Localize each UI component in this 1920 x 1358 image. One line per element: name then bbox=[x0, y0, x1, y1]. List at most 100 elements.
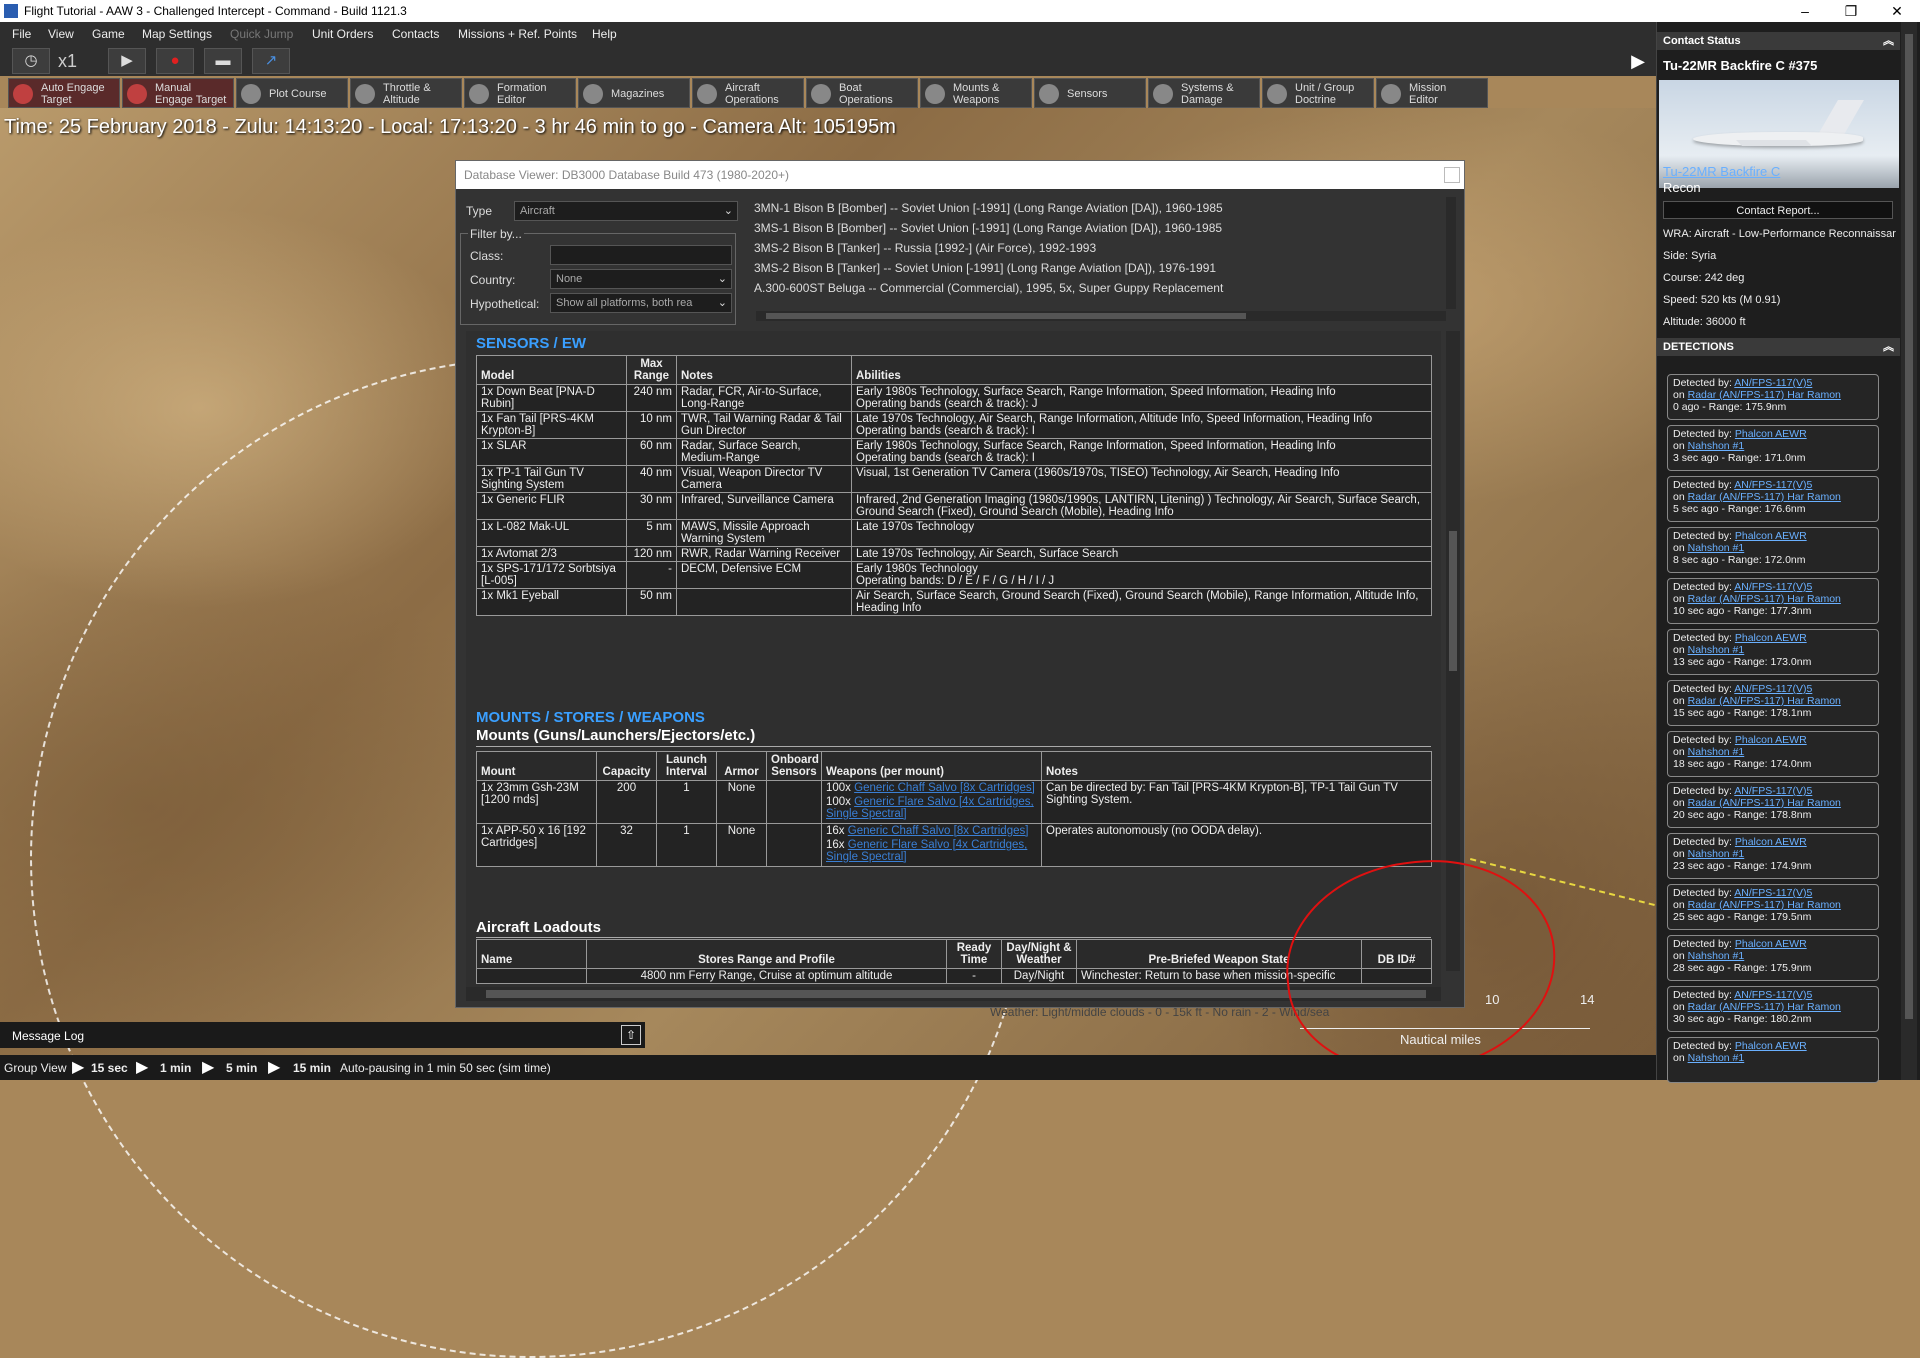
sensor-link[interactable]: Phalcon AEWR bbox=[1735, 836, 1807, 848]
systems-damage-button[interactable]: Systems & Damage bbox=[1148, 78, 1260, 108]
mounts-weapons-button[interactable]: Mounts & Weapons bbox=[920, 78, 1032, 108]
detection-item[interactable]: Detected by: Phalcon AEWR on Nahshon #1 bbox=[1667, 1037, 1879, 1083]
step-1min[interactable]: 1 min bbox=[160, 1061, 191, 1075]
play-icon[interactable]: ▶ bbox=[268, 1057, 280, 1077]
formation-editor-button[interactable]: Formation Editor bbox=[464, 78, 576, 108]
collapse-icon[interactable]: ︽ bbox=[1883, 32, 1894, 50]
sensor-link[interactable]: Phalcon AEWR bbox=[1735, 530, 1807, 542]
boat-operations-button[interactable]: Boat Operations bbox=[806, 78, 918, 108]
aircraft-operations-button[interactable]: Aircraft Operations bbox=[692, 78, 804, 108]
detection-item[interactable]: Detected by: AN/FPS-117(V)5 on Radar (AN/… bbox=[1667, 986, 1879, 1032]
weapon-link[interactable]: Generic Flare Salvo [4x Cartridges, Sing… bbox=[826, 839, 1027, 863]
list-item[interactable]: 3MS-2 Bison B [Tanker] -- Soviet Union [… bbox=[754, 261, 1216, 275]
platform-link[interactable]: Nahshon #1 bbox=[1688, 644, 1745, 656]
sensor-link[interactable]: AN/FPS-117(V)5 bbox=[1734, 479, 1812, 491]
platform-list[interactable]: 3MN-1 Bison B [Bomber] -- Soviet Union [… bbox=[746, 197, 1446, 309]
record-icon[interactable]: ● bbox=[156, 48, 194, 74]
sensor-link[interactable]: AN/FPS-117(V)5 bbox=[1734, 683, 1812, 695]
platform-link[interactable]: Radar (AN/FPS-117) Har Ramon bbox=[1688, 899, 1841, 911]
detection-item[interactable]: Detected by: AN/FPS-117(V)5 on Radar (AN/… bbox=[1667, 884, 1879, 930]
auto-engage-button[interactable]: Auto Engage Target bbox=[8, 78, 120, 108]
menu-map-settings[interactable]: Map Settings bbox=[142, 27, 212, 41]
platform-link[interactable]: Nahshon #1 bbox=[1688, 950, 1745, 962]
sensor-link[interactable]: Phalcon AEWR bbox=[1735, 632, 1807, 644]
detection-item[interactable]: Detected by: AN/FPS-117(V)5 on Radar (AN/… bbox=[1667, 578, 1879, 624]
list-item[interactable]: 3MS-1 Bison B [Bomber] -- Soviet Union [… bbox=[754, 221, 1222, 235]
magazines-button[interactable]: Magazines bbox=[578, 78, 690, 108]
detection-item[interactable]: Detected by: Phalcon AEWR on Nahshon #1 18… bbox=[1667, 731, 1879, 777]
sensor-link[interactable]: Phalcon AEWR bbox=[1735, 428, 1807, 440]
platform-link[interactable]: Radar (AN/FPS-117) Har Ramon bbox=[1688, 695, 1841, 707]
weapon-link[interactable]: Generic Chaff Salvo [8x Cartridges] bbox=[848, 825, 1029, 837]
platform-link[interactable]: Nahshon #1 bbox=[1688, 746, 1745, 758]
hypothetical-select[interactable]: Show all platforms, both rea ⌄ bbox=[550, 293, 732, 313]
panel-scrollbar[interactable] bbox=[1901, 22, 1917, 1080]
platform-link[interactable]: Radar (AN/FPS-117) Har Ramon bbox=[1688, 491, 1841, 503]
platform-link[interactable]: Nahshon #1 bbox=[1688, 848, 1745, 860]
weapon-link[interactable]: Generic Flare Salvo [4x Cartridges, Sing… bbox=[826, 796, 1034, 820]
type-select[interactable]: Aircraft ⌄ bbox=[514, 201, 738, 221]
time-compression[interactable]: x1 bbox=[58, 51, 77, 72]
list-item[interactable]: A.300-600ST Beluga -- Commercial (Commer… bbox=[754, 281, 1223, 295]
sensor-link[interactable]: AN/FPS-117(V)5 bbox=[1734, 581, 1812, 593]
group-view-toggle[interactable]: Group View bbox=[4, 1061, 66, 1075]
platform-link[interactable]: Radar (AN/FPS-117) Har Ramon bbox=[1688, 593, 1841, 605]
menu-quick-jump[interactable]: Quick Jump bbox=[230, 27, 293, 41]
contact-report-button[interactable]: Contact Report... bbox=[1663, 201, 1893, 219]
sensors-button[interactable]: Sensors bbox=[1034, 78, 1146, 108]
expand-panel-icon[interactable]: ▶ bbox=[1623, 46, 1653, 76]
play-icon[interactable]: ▶ bbox=[136, 1057, 148, 1077]
step-5min[interactable]: 5 min bbox=[226, 1061, 257, 1075]
menu-missions[interactable]: Missions + Ref. Points bbox=[458, 27, 577, 41]
platform-link[interactable]: Nahshon #1 bbox=[1688, 542, 1745, 554]
menu-game[interactable]: Game bbox=[92, 27, 125, 41]
collapse-icon[interactable]: ︽ bbox=[1883, 338, 1894, 356]
contact-class-link[interactable]: Tu-22MR Backfire C bbox=[1663, 164, 1780, 179]
plot-course-button[interactable]: Plot Course bbox=[236, 78, 348, 108]
country-select[interactable]: None ⌄ bbox=[550, 269, 732, 289]
platform-list-hscrollbar[interactable] bbox=[756, 311, 1446, 321]
expand-log-icon[interactable]: ⇧ bbox=[621, 1025, 641, 1045]
platform-link[interactable]: Radar (AN/FPS-117) Har Ramon bbox=[1688, 797, 1841, 809]
sensor-link[interactable]: AN/FPS-117(V)5 bbox=[1734, 785, 1812, 797]
platform-link[interactable]: Nahshon #1 bbox=[1688, 1052, 1745, 1064]
detection-item[interactable]: Detected by: AN/FPS-117(V)5 on Radar (AN/… bbox=[1667, 680, 1879, 726]
play-icon[interactable]: ▶ bbox=[72, 1057, 84, 1077]
detection-item[interactable]: Detected by: Phalcon AEWR on Nahshon #1 28… bbox=[1667, 935, 1879, 981]
clock-icon[interactable]: ◷ bbox=[12, 48, 50, 74]
loadout-name[interactable] bbox=[476, 968, 587, 984]
step-15sec[interactable]: 15 sec bbox=[91, 1061, 128, 1075]
menu-view[interactable]: View bbox=[48, 27, 74, 41]
detections-header[interactable]: DETECTIONS ︽ bbox=[1657, 338, 1900, 356]
platform-link[interactable]: Nahshon #1 bbox=[1688, 440, 1745, 452]
close-icon[interactable] bbox=[1444, 167, 1460, 183]
detection-item[interactable]: Detected by: Phalcon AEWR on Nahshon #1 23… bbox=[1667, 833, 1879, 879]
detection-item[interactable]: Detected by: Phalcon AEWR on Nahshon #1 13… bbox=[1667, 629, 1879, 675]
detection-item[interactable]: Detected by: AN/FPS-117(V)5 on Radar (AN/… bbox=[1667, 782, 1879, 828]
play-icon[interactable]: ▶ bbox=[108, 48, 146, 74]
menu-unit-orders[interactable]: Unit Orders bbox=[312, 27, 373, 41]
throttle-altitude-button[interactable]: Throttle & Altitude bbox=[350, 78, 462, 108]
sensor-link[interactable]: Phalcon AEWR bbox=[1735, 734, 1807, 746]
close-button[interactable]: ✕ bbox=[1874, 1, 1920, 21]
minimize-button[interactable]: – bbox=[1782, 1, 1828, 21]
platform-link[interactable]: Radar (AN/FPS-117) Har Ramon bbox=[1688, 1001, 1841, 1013]
ruler-icon[interactable]: ▬ bbox=[204, 48, 242, 74]
mission-editor-button[interactable]: Mission Editor bbox=[1376, 78, 1488, 108]
list-item[interactable]: 3MN-1 Bison B [Bomber] -- Soviet Union [… bbox=[754, 201, 1223, 215]
detection-item[interactable]: Detected by: AN/FPS-117(V)5 on Radar (AN/… bbox=[1667, 374, 1879, 420]
list-item[interactable]: 3MS-2 Bison B [Tanker] -- Russia [1992-]… bbox=[754, 241, 1096, 255]
jump-icon[interactable]: ↗ bbox=[252, 48, 290, 74]
manual-engage-button[interactable]: Manual Engage Target bbox=[122, 78, 234, 108]
sensor-link[interactable]: Phalcon AEWR bbox=[1735, 938, 1807, 950]
detection-item[interactable]: Detected by: Phalcon AEWR on Nahshon #1 8 … bbox=[1667, 527, 1879, 573]
sensor-link[interactable]: AN/FPS-117(V)5 bbox=[1734, 377, 1812, 389]
platform-list-scrollbar[interactable] bbox=[1446, 197, 1456, 309]
menu-file[interactable]: File bbox=[12, 27, 31, 41]
contact-status-header[interactable]: Contact Status ︽ bbox=[1657, 32, 1900, 50]
play-icon[interactable]: ▶ bbox=[202, 1057, 214, 1077]
platform-link[interactable]: Radar (AN/FPS-117) Har Ramon bbox=[1688, 389, 1841, 401]
menu-contacts[interactable]: Contacts bbox=[392, 27, 439, 41]
message-log-label[interactable]: Message Log bbox=[12, 1029, 84, 1043]
sensor-link[interactable]: Phalcon AEWR bbox=[1735, 1040, 1807, 1052]
